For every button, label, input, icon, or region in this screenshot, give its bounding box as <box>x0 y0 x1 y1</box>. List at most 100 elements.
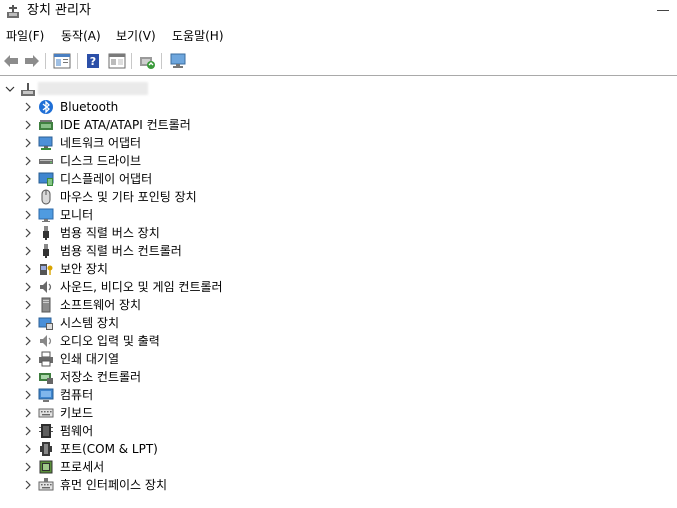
tree-category-row[interactable]: 시스템 장치 <box>0 314 677 332</box>
tree-category-label: 마우스 및 기타 포인팅 장치 <box>60 190 197 204</box>
computer-root-icon <box>21 83 35 96</box>
tree-category-row[interactable]: 포트(COM & LPT) <box>0 440 677 458</box>
software-device-icon <box>41 297 51 313</box>
chevron-right-icon[interactable] <box>22 101 34 113</box>
ide-controller-icon <box>39 120 53 130</box>
tree-category-row[interactable]: 키보드 <box>0 404 677 422</box>
tree-category-row[interactable]: 휴먼 인터페이스 장치 <box>0 476 677 494</box>
tree-category-row[interactable]: 인쇄 대기열 <box>0 350 677 368</box>
menu-view[interactable]: 보기(V) <box>116 28 156 44</box>
tree-category-row[interactable]: 소프트웨어 장치 <box>0 296 677 314</box>
chevron-right-icon[interactable] <box>22 227 34 239</box>
properties-button[interactable] <box>51 51 73 71</box>
chevron-right-icon[interactable] <box>22 209 34 221</box>
tree-category-label: 디스크 드라이브 <box>60 154 142 168</box>
menu-help[interactable]: 도움말(H) <box>172 28 224 44</box>
menu-action[interactable]: 동작(A) <box>61 28 101 44</box>
toolbar-divider <box>0 75 677 76</box>
tree-category-row[interactable]: 모니터 <box>0 206 677 224</box>
update-driver-button[interactable] <box>136 51 158 71</box>
tree-category-row[interactable]: 디스플레이 어댑터 <box>0 170 677 188</box>
chevron-right-icon[interactable] <box>22 389 34 401</box>
tree-category-row[interactable]: IDE ATA/ATAPI 컨트롤러 <box>0 116 677 134</box>
display-adapter-icon <box>38 172 54 186</box>
sound-controller-icon <box>40 281 52 293</box>
chevron-right-icon[interactable] <box>22 317 34 329</box>
chevron-right-icon[interactable] <box>22 173 34 185</box>
forward-button[interactable] <box>21 51 43 71</box>
tree-category-label: 프로세서 <box>60 460 105 474</box>
toolbar-separator <box>77 53 78 69</box>
title-bar: 장치 관리자 <box>0 0 677 22</box>
security-device-icon <box>40 264 53 275</box>
chevron-right-icon[interactable] <box>22 443 34 455</box>
device-manager-icon <box>7 5 19 18</box>
chevron-right-icon[interactable] <box>22 425 34 437</box>
mouse-icon <box>41 189 51 205</box>
chevron-right-icon[interactable] <box>22 461 34 473</box>
menu-bar: 파일(F) 동작(A) 보기(V) 도움말(H) <box>0 26 677 46</box>
chevron-right-icon[interactable] <box>22 155 34 167</box>
usb-controller-icon <box>43 244 49 258</box>
tree-category-label: 디스플레이 어댑터 <box>60 172 153 186</box>
tree-root[interactable] <box>0 80 677 98</box>
tree-category-label: 사운드, 비디오 및 게임 컨트롤러 <box>60 280 223 294</box>
toolbar-separator <box>131 53 132 69</box>
chevron-right-icon[interactable] <box>22 479 34 491</box>
tree-category-row[interactable]: 네트워크 어댑터 <box>0 134 677 152</box>
tree-category-row[interactable]: 디스크 드라이브 <box>0 152 677 170</box>
chevron-right-icon[interactable] <box>22 371 34 383</box>
chevron-down-icon[interactable] <box>4 83 16 95</box>
help-icon: ? <box>87 54 99 68</box>
computer-name-redacted <box>38 82 148 95</box>
chevron-right-icon[interactable] <box>22 119 34 131</box>
tree-category-row[interactable]: 오디오 입력 및 출력 <box>0 332 677 350</box>
back-icon <box>4 55 18 67</box>
chevron-right-icon[interactable] <box>22 407 34 419</box>
audio-io-icon <box>40 335 52 347</box>
usb-device-icon <box>43 226 49 240</box>
tree-category-row[interactable]: 범용 직렬 버스 컨트롤러 <box>0 242 677 260</box>
firmware-icon <box>39 424 53 438</box>
chevron-right-icon[interactable] <box>22 299 34 311</box>
window-title: 장치 관리자 <box>27 3 91 18</box>
chevron-right-icon[interactable] <box>22 191 34 203</box>
hid-icon <box>38 478 54 491</box>
tree-category-row[interactable]: 프로세서 <box>0 458 677 476</box>
tree-category-label: Bluetooth <box>60 100 119 114</box>
tree-category-label: 오디오 입력 및 출력 <box>60 334 160 348</box>
tree-category-row[interactable]: 범용 직렬 버스 장치 <box>0 224 677 242</box>
scan-hardware-icon <box>170 53 186 68</box>
menu-file[interactable]: 파일(F) <box>6 28 44 44</box>
chevron-right-icon[interactable] <box>22 263 34 275</box>
view-icon <box>108 53 126 69</box>
computer-icon <box>38 388 54 402</box>
view-button[interactable] <box>106 51 128 71</box>
tree-category-label: 휴먼 인터페이스 장치 <box>60 478 167 492</box>
tree-category-row[interactable]: 펌웨어 <box>0 422 677 440</box>
back-button[interactable] <box>0 51 22 71</box>
tree-category-row[interactable]: 보안 장치 <box>0 260 677 278</box>
scan-hardware-button[interactable] <box>167 51 189 71</box>
tree-category-label: 범용 직렬 버스 컨트롤러 <box>60 244 182 258</box>
help-button[interactable]: ? <box>82 51 104 71</box>
tree-category-label: 소프트웨어 장치 <box>60 298 142 312</box>
port-icon <box>40 442 52 456</box>
tree-category-row[interactable]: 마우스 및 기타 포인팅 장치 <box>0 188 677 206</box>
tree-category-row[interactable]: 컴퓨터 <box>0 386 677 404</box>
chevron-right-icon[interactable] <box>22 353 34 365</box>
minimize-button[interactable] <box>657 10 669 11</box>
chevron-right-icon[interactable] <box>22 281 34 293</box>
system-device-icon <box>38 317 53 330</box>
chevron-right-icon[interactable] <box>22 335 34 347</box>
chevron-right-icon[interactable] <box>22 245 34 257</box>
chevron-right-icon[interactable] <box>22 137 34 149</box>
tree-category-label: 보안 장치 <box>60 262 108 276</box>
tree-category-label: 범용 직렬 버스 장치 <box>60 226 160 240</box>
tree-category-row[interactable]: 저장소 컨트롤러 <box>0 368 677 386</box>
toolbar-separator <box>45 53 46 69</box>
tree-category-row[interactable]: Bluetooth <box>0 98 677 116</box>
tree-category-row[interactable]: 사운드, 비디오 및 게임 컨트롤러 <box>0 278 677 296</box>
tree-category-label: 시스템 장치 <box>60 316 120 330</box>
print-queue-icon <box>39 351 53 367</box>
